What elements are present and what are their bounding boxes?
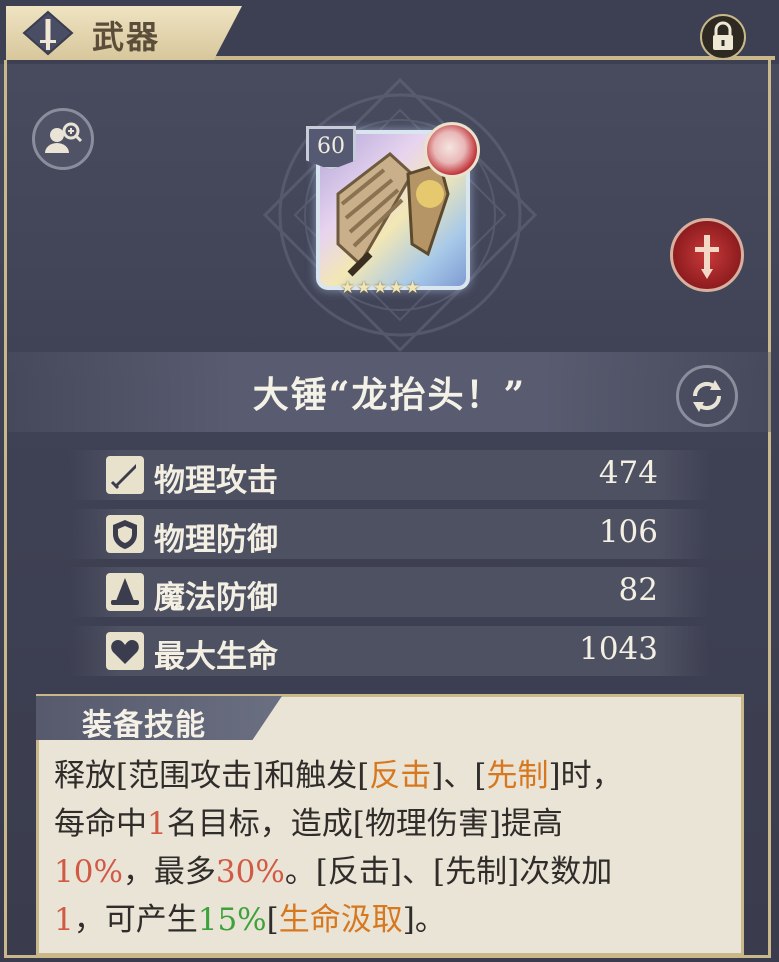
- search-character-button[interactable]: [32, 108, 94, 170]
- stat-label: 最大生命: [154, 639, 278, 675]
- sword-icon: [106, 456, 144, 494]
- skill-highlight: 1: [147, 806, 167, 842]
- lock-glyph: [713, 21, 733, 50]
- refresh-button[interactable]: [676, 365, 738, 427]
- skill-text-segment: 名目标，造成[物理伤害]提高: [166, 806, 563, 842]
- heart-icon: [106, 632, 144, 670]
- skill-text-segment: ，最多: [122, 854, 216, 890]
- skill-highlight: 10%: [54, 854, 123, 890]
- item-name: 大锤“龙抬头！”: [252, 374, 527, 416]
- skill-text-segment: ]。: [402, 902, 446, 938]
- skill-highlight: 15%: [197, 902, 267, 938]
- shield-icon: [106, 515, 144, 553]
- physical-class-icon[interactable]: [670, 218, 744, 292]
- stat-row-max-hp: 最大生命 1043: [70, 626, 710, 676]
- skill-text-segment: [: [266, 902, 279, 938]
- stat-label: 魔法防御: [154, 580, 278, 616]
- refresh-icon: [692, 380, 722, 412]
- lock-icon[interactable]: [700, 14, 746, 60]
- skill-text-segment: ]、[: [431, 758, 487, 794]
- skill-text-segment: 每命中: [54, 806, 147, 842]
- header-divider: [200, 56, 775, 60]
- stat-row-magic-defense: 魔法防御 82: [70, 567, 710, 617]
- skill-text-segment: 。[反击]、[先制]次数加: [284, 854, 613, 890]
- skill-text-segment: 释放[范围攻击]和触发[: [54, 758, 370, 794]
- stat-row-physical-attack: 物理攻击 474: [70, 450, 710, 500]
- skill-highlight: 生命汲取: [278, 902, 403, 938]
- stat-value: 106: [598, 514, 658, 550]
- skill-description: 释放[范围攻击]和触发[反击]、[先制]时， 每命中1名目标，造成[物理伤害]提高…: [54, 752, 714, 944]
- search-character-icon: [45, 122, 83, 153]
- character-portrait[interactable]: [424, 122, 480, 178]
- category-title: 武器: [92, 18, 161, 56]
- skill-text-segment: ，可产生: [73, 902, 198, 938]
- skill-text-segment: ]时，: [548, 758, 623, 794]
- skill-title: 装备技能: [82, 708, 206, 743]
- sword-class-glyph: [695, 235, 719, 279]
- skill-highlight: 30%: [215, 854, 285, 890]
- stat-label: 物理攻击: [154, 463, 278, 499]
- weapon-icon: [22, 10, 74, 56]
- stat-value: 1043: [579, 631, 658, 667]
- stat-value: 82: [618, 572, 658, 608]
- skill-highlight: 反击: [369, 758, 432, 794]
- skill-highlight: 1: [54, 902, 74, 938]
- stat-value: 474: [598, 455, 658, 491]
- rarity-stars: ★★★★★: [340, 278, 422, 298]
- skill-highlight: 先制: [486, 758, 549, 794]
- stat-row-physical-defense: 物理防御 106: [70, 509, 710, 559]
- equipment-panel: 武器 60 ★★★★★ 大锤“龙抬头！” 物理攻击 474 物理防御 106 魔…: [0, 0, 779, 962]
- wizard-hat-icon: [106, 573, 144, 611]
- stat-label: 物理防御: [154, 522, 278, 558]
